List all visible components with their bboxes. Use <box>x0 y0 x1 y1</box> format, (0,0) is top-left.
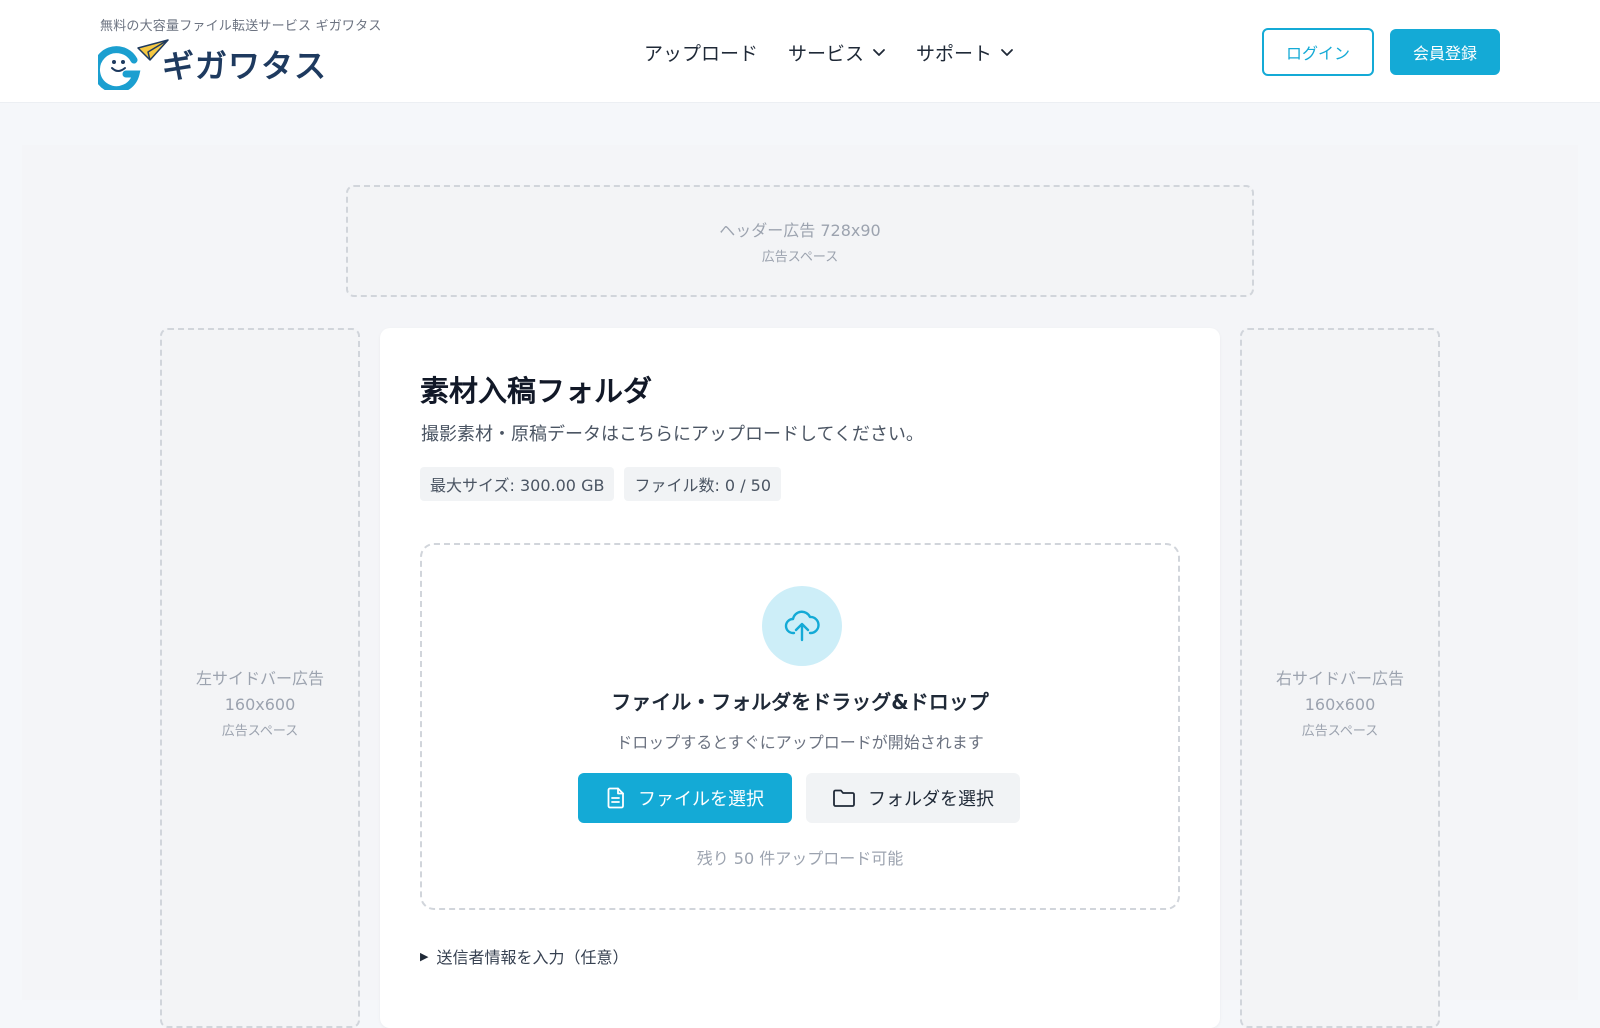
sender-info-toggle[interactable]: ▶ 送信者情報を入力（任意） <box>420 944 628 968</box>
file-icon <box>607 787 624 809</box>
remaining-uploads: 残り 50 件アップロード可能 <box>696 849 904 868</box>
logo-mark-icon <box>93 38 170 94</box>
folder-description: 撮影素材・原稿データはこちらにアップロードしてください。 <box>421 424 924 445</box>
ad-subtitle: 広告スペース <box>761 249 839 265</box>
ad-subtitle: 広告スペース <box>1301 724 1379 739</box>
logo-text: ギガワタス <box>162 47 328 85</box>
dropzone-title: ファイル・フォルダをドラッグ&ドロップ <box>611 690 989 714</box>
header-ad-slot[interactable]: ヘッダー広告 728x90 広告スペース <box>346 185 1254 297</box>
select-folder-button[interactable]: フォルダを選択 <box>806 773 1020 823</box>
nav-item-label: アップロード <box>644 42 759 65</box>
login-button[interactable]: ログイン <box>1262 28 1374 76</box>
triangle-right-icon: ▶ <box>420 949 429 963</box>
max-size-badge: 最大サイズ: 300.00 GB <box>420 467 615 501</box>
file-count-badge: ファイル数: 0 / 50 <box>624 467 782 501</box>
folder-limits: 最大サイズ: 300.00 GB ファイル数: 0 / 50 <box>420 467 791 501</box>
site-header: 無料の大容量ファイル転送サービス ギガワタス ギガワタス アップロード サービス <box>0 0 1600 103</box>
cloud-upload-icon <box>762 586 842 666</box>
nav-item-upload[interactable]: アップロード <box>644 39 758 66</box>
ad-subtitle: 広告スペース <box>221 724 299 739</box>
chevron-down-icon <box>873 49 885 56</box>
dropzone-subtitle: ドロップするとすぐにアップロードが開始されます <box>616 733 984 752</box>
dropzone-buttons: ファイルを選択 フォルダを選択 <box>578 773 1020 823</box>
chevron-down-icon <box>1001 49 1013 56</box>
main-nav: アップロード サービス サポート <box>644 36 1044 68</box>
nav-item-label: サポート <box>916 42 993 65</box>
select-file-button[interactable]: ファイルを選択 <box>578 773 792 823</box>
nav-item-support[interactable]: サポート <box>916 39 1014 66</box>
upload-card: 素材入稿フォルダ 撮影素材・原稿データはこちらにアップロードしてください。 最大… <box>380 328 1220 1028</box>
right-sidebar-ad-slot[interactable]: 右サイドバー広告 160x600 広告スペース <box>1240 328 1440 1028</box>
ad-title: 左サイドバー広告 <box>195 669 324 688</box>
sender-info-label: 送信者情報を入力（任意） <box>436 948 629 967</box>
ad-size: 160x600 <box>224 695 296 714</box>
site-logo[interactable]: ギガワタス <box>93 38 328 94</box>
select-folder-label: フォルダを選択 <box>868 789 994 810</box>
ad-size: 160x600 <box>1304 695 1376 714</box>
left-sidebar-ad-slot[interactable]: 左サイドバー広告 160x600 広告スペース <box>160 328 360 1028</box>
select-file-label: ファイルを選択 <box>638 789 764 810</box>
ad-title: ヘッダー広告 728x90 <box>719 220 881 240</box>
nav-item-services[interactable]: サービス <box>788 39 886 66</box>
ad-title: 右サイドバー広告 <box>1275 669 1404 688</box>
site-tagline: 無料の大容量ファイル転送サービス ギガワタス <box>100 19 382 34</box>
nav-item-label: サービス <box>788 42 865 65</box>
register-button[interactable]: 会員登録 <box>1390 29 1500 75</box>
file-dropzone[interactable]: ファイル・フォルダをドラッグ&ドロップ ドロップするとすぐにアップロードが開始さ… <box>420 543 1180 910</box>
folder-title: 素材入稿フォルダ <box>420 374 653 408</box>
folder-icon <box>833 789 855 807</box>
